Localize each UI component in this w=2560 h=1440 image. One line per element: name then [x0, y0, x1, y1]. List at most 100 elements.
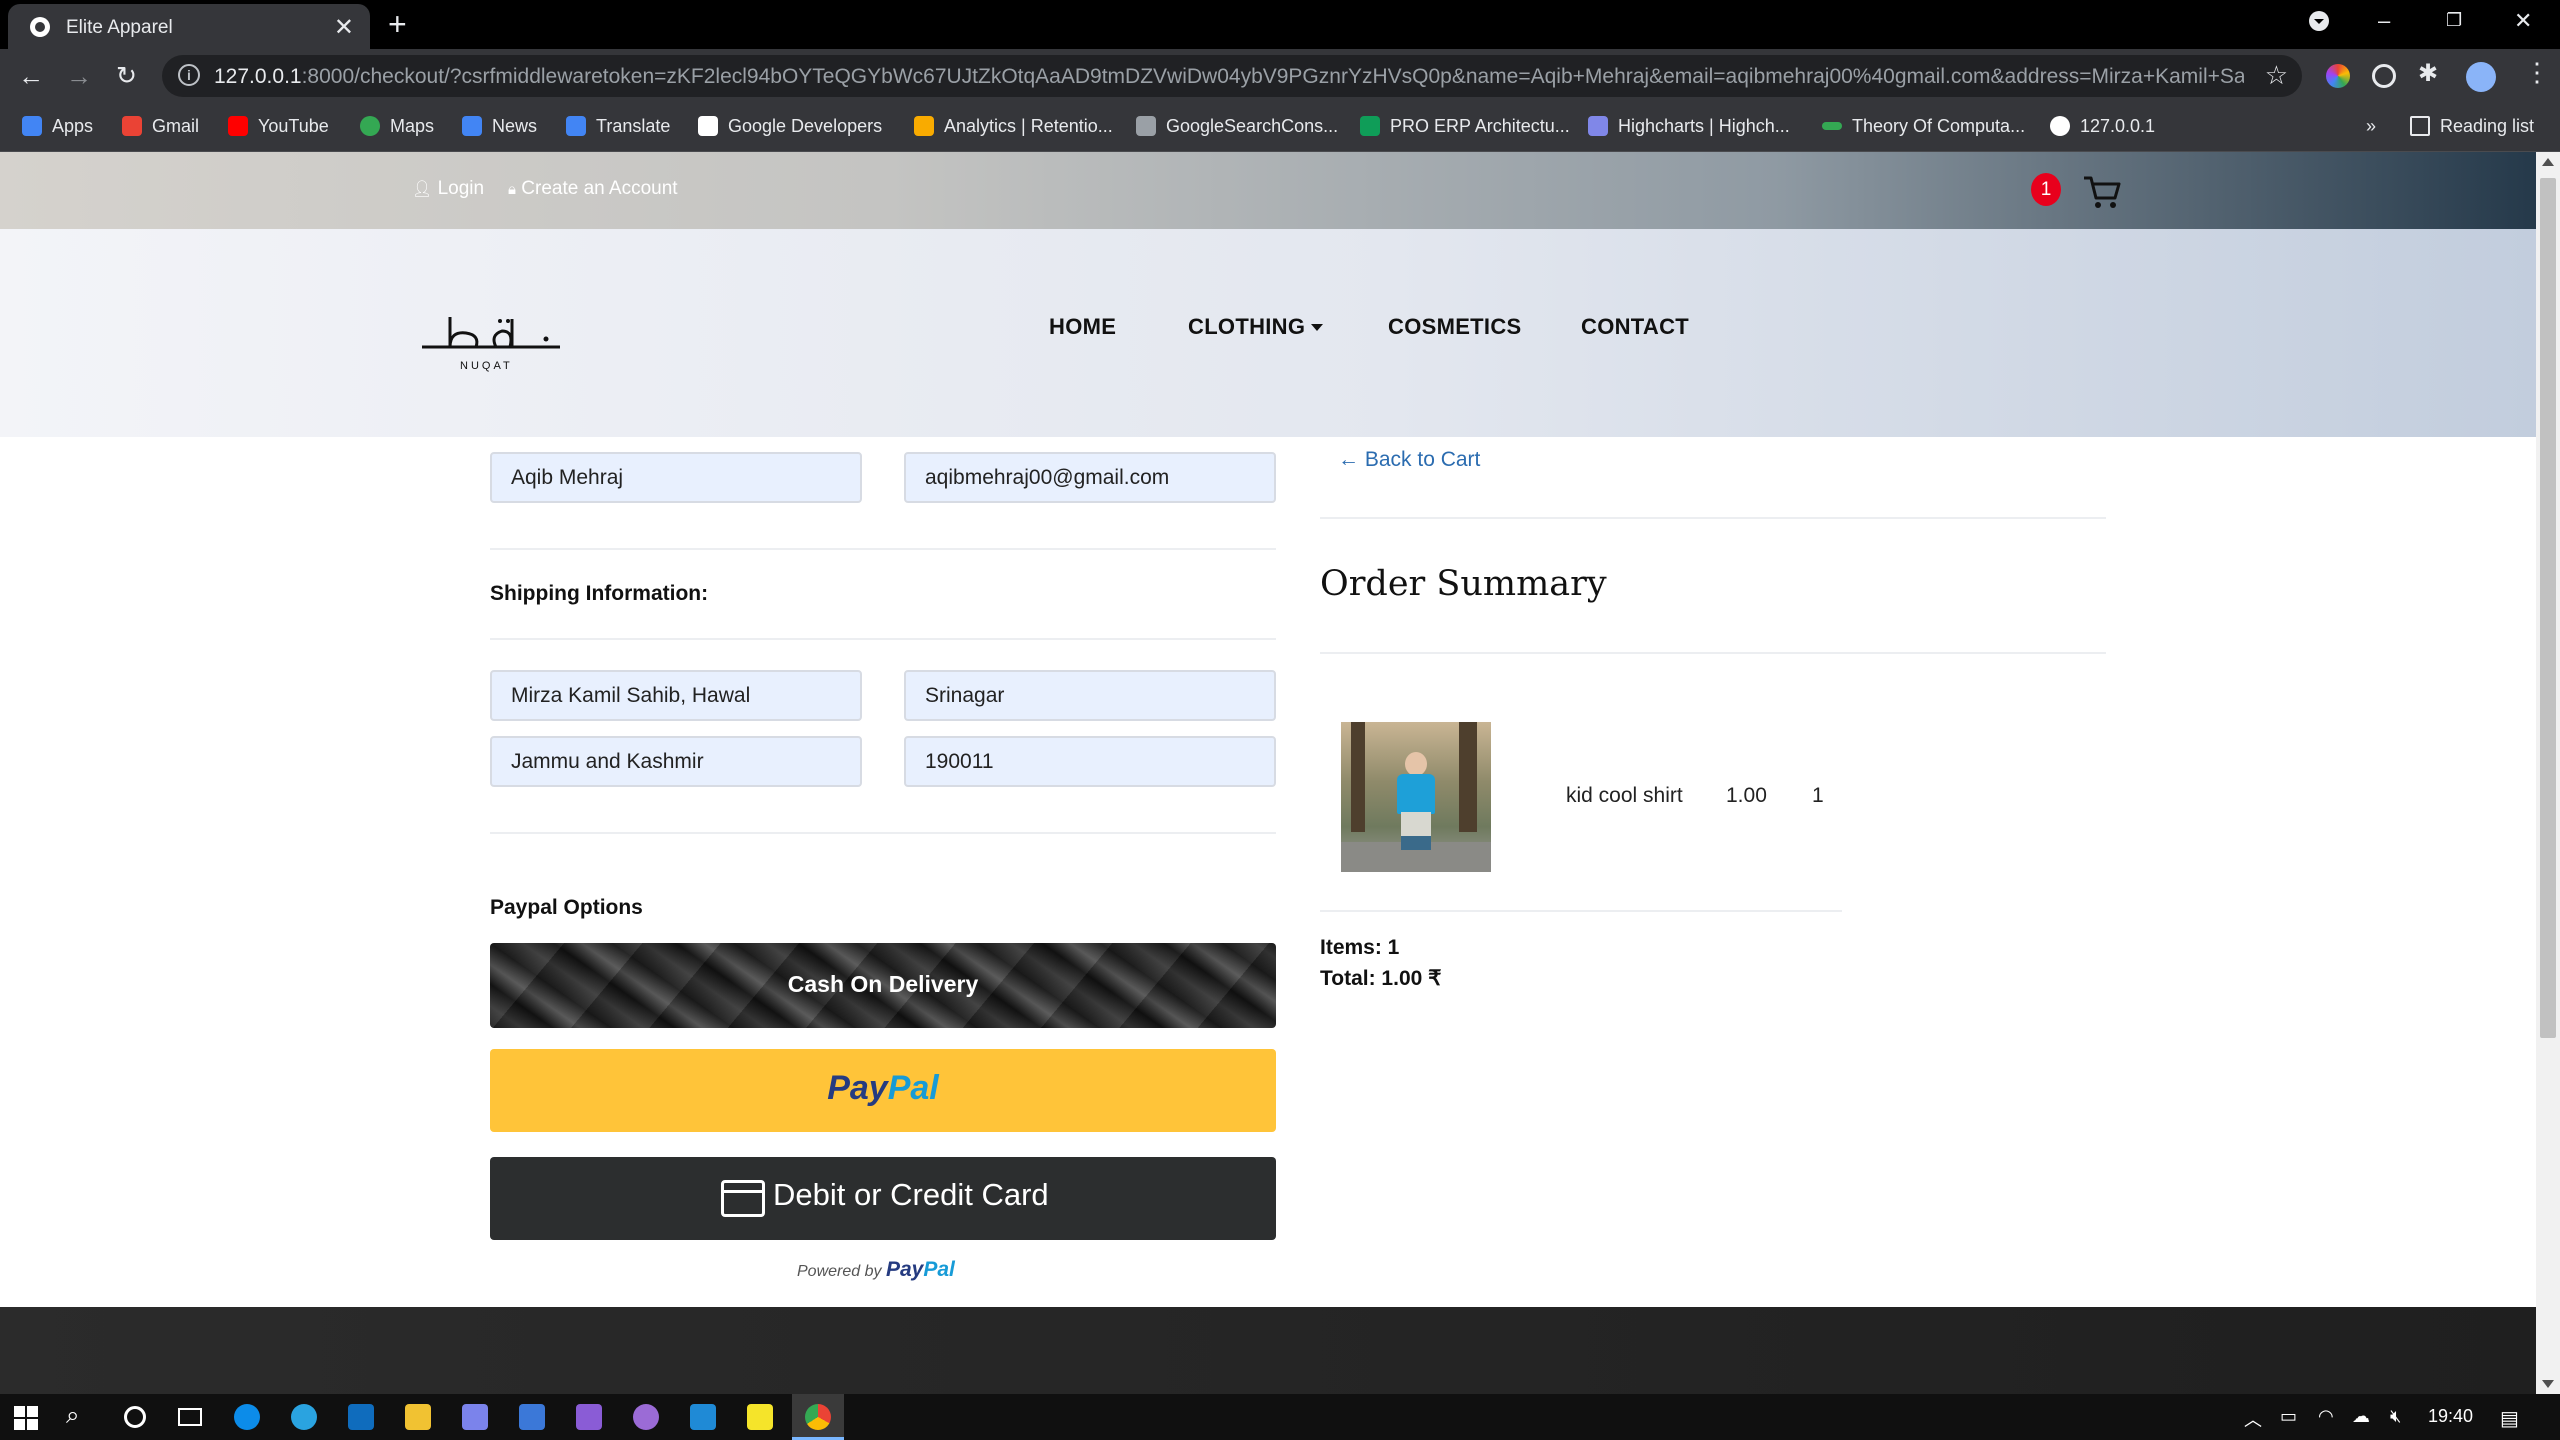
create-account-link[interactable]: 🔒︎ Create an Account	[508, 178, 678, 200]
shipping-heading: Shipping Information:	[490, 582, 709, 605]
nav-clothing[interactable]: CLOTHING	[1188, 314, 1324, 340]
globe-icon	[2050, 116, 2070, 136]
dropdown-caret-icon	[1311, 324, 1324, 331]
top-bar: 👤︎ Login 🔒︎ Create an Account 1	[0, 152, 2536, 229]
credit-card-icon	[721, 1180, 765, 1217]
paypal-logo: PayPal	[827, 1069, 939, 1107]
address-bar[interactable]: i 127.0.0.1:8000/checkout/?csrfmiddlewar…	[162, 55, 2302, 97]
more-menu-icon[interactable]: ⋮	[2524, 57, 2550, 88]
scroll-thumb[interactable]	[2540, 178, 2556, 1038]
github-icon[interactable]	[633, 1404, 659, 1430]
bookmark-maps[interactable]: Maps	[360, 116, 434, 137]
volume-icon[interactable]: 🔇︎	[2390, 1406, 2401, 1427]
bookmark-youtube[interactable]: YouTube	[228, 116, 329, 137]
task-view-icon[interactable]	[178, 1408, 202, 1426]
product-image	[1341, 722, 1491, 872]
debit-credit-card-button[interactable]: Debit or Credit Card	[490, 1157, 1276, 1240]
avatar[interactable]	[2466, 62, 2496, 92]
bookmark-apps[interactable]: Apps	[22, 116, 93, 137]
edge-icon[interactable]	[234, 1404, 260, 1430]
app-icon[interactable]	[462, 1404, 488, 1430]
state-field[interactable]: Jammu and Kashmir	[490, 736, 862, 787]
cart-icon[interactable]	[2082, 174, 2122, 210]
paypal-button[interactable]: PayPal	[490, 1049, 1276, 1132]
cortana-icon[interactable]	[124, 1406, 146, 1428]
lock-icon: 🔒︎	[508, 181, 516, 198]
scroll-up-icon[interactable]	[2542, 158, 2554, 166]
minimize-icon[interactable]: –	[2378, 8, 2390, 34]
bookmark-search-console[interactable]: GoogleSearchCons...	[1136, 116, 1338, 137]
item-quantity: 1	[1812, 784, 1824, 807]
reload-icon[interactable]: ↻	[116, 61, 137, 91]
notifications-icon[interactable]: ▤	[2500, 1406, 2519, 1431]
page-content: 👤︎ Login 🔒︎ Create an Account 1 NUQAT HO…	[0, 152, 2536, 1394]
main-navbar: NUQAT HOME CLOTHING COSMETICS CONTACT	[0, 229, 2536, 437]
site-logo[interactable]: NUQAT	[420, 309, 560, 379]
telegram-icon[interactable]	[291, 1404, 317, 1430]
bookmark-translate[interactable]: Translate	[566, 116, 670, 137]
close-window-icon[interactable]: ✕	[2514, 8, 2532, 34]
city-field[interactable]: Srinagar	[904, 670, 1276, 721]
vscode-icon[interactable]	[690, 1404, 716, 1430]
wifi-icon[interactable]: ◠	[2318, 1406, 2334, 1427]
back-arrow-icon[interactable]: ←	[18, 61, 44, 92]
bookmarks-overflow[interactable]: »	[2366, 116, 2376, 137]
name-field[interactable]: Aqib Mehraj	[490, 452, 862, 503]
tray-chevron-icon[interactable]: ︿	[2244, 1406, 2262, 1432]
browser-tab[interactable]: Elite Apparel ✕	[8, 4, 370, 49]
bookmark-highcharts[interactable]: Highcharts | Highch...	[1588, 116, 1790, 137]
bookmark-pro-erp[interactable]: PRO ERP Architectu...	[1360, 116, 1570, 137]
puzzle-extensions-icon[interactable]: ✱	[2418, 59, 2438, 88]
bookmark-analytics[interactable]: Analytics | Retentio...	[914, 116, 1113, 137]
user-icon: 👤︎	[412, 181, 433, 198]
profile-menu-icon[interactable]	[2308, 10, 2330, 38]
forward-arrow-icon[interactable]: →	[66, 61, 92, 92]
address-field[interactable]: Mirza Kamil Sahib, Hawal	[490, 670, 862, 721]
onedrive-icon[interactable]: ☁	[2352, 1406, 2370, 1427]
bookmark-gmail[interactable]: Gmail	[122, 116, 199, 137]
windows-start-icon[interactable]	[14, 1406, 38, 1430]
page-scrollbar[interactable]	[2536, 152, 2560, 1394]
order-total: Total: 1.00 ₹	[1320, 967, 1442, 990]
bookmark-star-icon[interactable]: ☆	[2265, 60, 2288, 91]
info-icon[interactable]: i	[178, 64, 200, 86]
powershell-icon[interactable]	[519, 1404, 545, 1430]
browser-toolbar: ← → ↻ i 127.0.0.1:8000/checkout/?csrfmid…	[0, 49, 2560, 103]
clock[interactable]: 19:40	[2428, 1406, 2473, 1427]
url-text[interactable]: 127.0.0.1:8000/checkout/?csrfmiddlewaret…	[214, 65, 2244, 89]
divider	[490, 548, 1276, 550]
cash-on-delivery-button[interactable]: Cash On Delivery	[490, 943, 1276, 1028]
bookmark-google-developers[interactable]: Google Developers	[698, 116, 882, 137]
battery-icon[interactable]: ▭	[2280, 1406, 2297, 1427]
nav-contact[interactable]: CONTACT	[1581, 314, 1689, 340]
bookmark-news[interactable]: News	[462, 116, 537, 137]
bookmark-theory[interactable]: Theory Of Computa...	[1822, 116, 2025, 137]
color-extension-icon[interactable]	[2326, 64, 2350, 88]
file-explorer-icon[interactable]	[405, 1404, 431, 1430]
powered-by-paypal: Powered by PayPal	[797, 1258, 955, 1281]
theory-icon	[1822, 122, 1842, 130]
mail-icon[interactable]	[348, 1404, 374, 1430]
visual-studio-icon[interactable]	[576, 1404, 602, 1430]
zipcode-field[interactable]: 190011	[904, 736, 1276, 787]
bookmark-localhost[interactable]: 127.0.0.1	[2050, 116, 2155, 137]
close-tab-icon[interactable]: ✕	[334, 13, 354, 42]
restore-icon[interactable]: ❐	[2446, 10, 2462, 31]
nav-cosmetics[interactable]: COSMETICS	[1388, 314, 1522, 340]
erp-icon	[1360, 116, 1380, 136]
footer	[0, 1307, 2536, 1394]
new-tab-button[interactable]: +	[388, 6, 407, 43]
pycharm-icon[interactable]	[747, 1404, 773, 1430]
reading-list[interactable]: Reading list	[2410, 116, 2534, 137]
scroll-down-icon[interactable]	[2542, 1380, 2554, 1388]
login-link[interactable]: 👤︎ Login	[412, 178, 484, 200]
chrome-taskbar-button[interactable]	[792, 1394, 844, 1440]
email-field[interactable]: aqibmehraj00@gmail.com	[904, 452, 1276, 503]
back-to-cart-link[interactable]: ← Back to Cart	[1338, 448, 1480, 472]
extension-icon[interactable]	[2372, 64, 2396, 88]
tab-strip: Elite Apparel ✕ + – ❐ ✕	[0, 0, 2560, 49]
search-icon[interactable]: ⌕	[66, 1402, 79, 1430]
analytics-icon	[914, 116, 934, 136]
nav-home[interactable]: HOME	[1049, 314, 1116, 340]
reading-list-icon	[2410, 116, 2430, 136]
